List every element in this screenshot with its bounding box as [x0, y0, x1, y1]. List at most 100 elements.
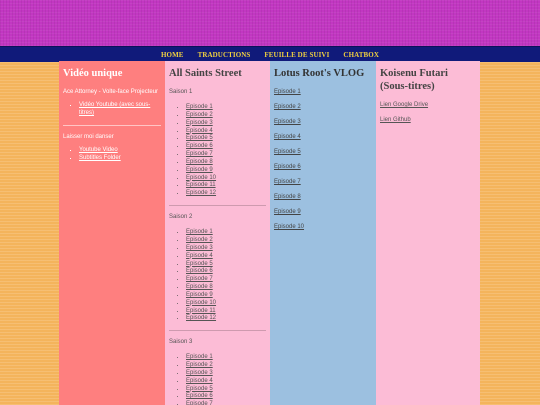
- episode-list: Episode 1 Episode 2 Episode 3 Episode 4 Epis…: [169, 354, 266, 405]
- divider: [63, 124, 161, 126]
- header-banner: [0, 0, 540, 46]
- episode-link[interactable]: Episode 3: [274, 118, 372, 126]
- video-link[interactable]: Youtube Video: [79, 147, 118, 153]
- external-link[interactable]: Lien Github: [380, 116, 476, 124]
- episode-link[interactable]: Episode 2: [274, 103, 372, 111]
- list-item: Episode 7: [186, 401, 266, 405]
- episode-link[interactable]: Episode 12: [186, 315, 216, 321]
- link-list: Vidéo Youtube (avec sous-titres): [63, 102, 161, 118]
- episode-link[interactable]: Episode 9: [274, 208, 372, 216]
- episode-link[interactable]: Episode 3: [186, 120, 213, 126]
- episode-link[interactable]: Episode 5: [186, 135, 213, 141]
- list-item: Episode 6: [186, 268, 266, 276]
- list-item: Episode 10: [186, 300, 266, 308]
- list-item: Vidéo Youtube (avec sous-titres): [79, 102, 161, 118]
- episode-link[interactable]: Episode 7: [186, 401, 213, 405]
- video-link[interactable]: Subtitles Folder: [79, 155, 121, 161]
- episode-link[interactable]: Episode 7: [186, 151, 213, 157]
- episode-link[interactable]: Episode 5: [186, 261, 213, 267]
- video-title-laisser-moi-danser: Laisser moi danser: [63, 133, 114, 140]
- nav-item-feuille-de-suivi[interactable]: FEUILLE DE SUIVI: [257, 51, 336, 59]
- episode-link[interactable]: Episode 6: [186, 393, 213, 399]
- list-item: Episode 4: [186, 128, 266, 136]
- divider: [169, 205, 266, 207]
- list-item: Episode 5: [186, 135, 266, 143]
- list-item: Episode 9: [186, 292, 266, 300]
- episode-link[interactable]: Episode 5: [274, 148, 372, 156]
- list-item: Subtitles Folder: [79, 155, 161, 163]
- main-nav: HOME TRADUCTIONS FEUILLE DE SUIVI CHATBOX: [0, 46, 540, 62]
- list-item: Episode 5: [186, 386, 266, 394]
- episode-link[interactable]: Episode 1: [186, 104, 213, 110]
- episode-link[interactable]: Episode 12: [186, 190, 216, 196]
- list-item: Episode 1: [186, 229, 266, 237]
- episode-link[interactable]: Episode 10: [186, 175, 216, 181]
- episode-link[interactable]: Episode 8: [186, 159, 213, 165]
- list-item: Episode 8: [186, 159, 266, 167]
- episode-link[interactable]: Episode 9: [186, 167, 213, 173]
- season-title: Saison 3: [169, 339, 193, 346]
- episode-link[interactable]: Episode 4: [186, 253, 213, 259]
- list-item: Episode 2: [186, 112, 266, 120]
- episode-link[interactable]: Episode 11: [186, 182, 216, 188]
- episode-link[interactable]: Episode 6: [274, 163, 372, 171]
- episode-link[interactable]: Episode 9: [186, 292, 213, 298]
- list-item: Episode 11: [186, 308, 266, 316]
- season-title: Saison 2: [169, 214, 193, 221]
- episode-link[interactable]: Episode 2: [186, 237, 213, 243]
- episode-link[interactable]: Episode 8: [186, 284, 213, 290]
- video-link[interactable]: Vidéo Youtube (avec sous-titres): [79, 102, 150, 116]
- list-item: Episode 12: [186, 190, 266, 198]
- episode-link[interactable]: Episode 2: [186, 362, 213, 368]
- episode-link[interactable]: Episode 8: [274, 193, 372, 201]
- episode-link[interactable]: Episode 1: [274, 88, 372, 96]
- list-item: Episode 3: [186, 245, 266, 253]
- episode-link[interactable]: Episode 2: [186, 112, 213, 118]
- episode-link[interactable]: Episode 3: [186, 370, 213, 376]
- episode-link[interactable]: Episode 4: [274, 133, 372, 141]
- column-single-video: Vidéo unique Ace Attorney - Volte-face P…: [59, 61, 165, 405]
- episode-link[interactable]: Episode 11: [186, 308, 216, 314]
- episode-link[interactable]: Episode 6: [186, 143, 213, 149]
- link-list: Youtube Video Subtitles Folder: [63, 147, 161, 163]
- column-lotus-root-vlog: Lotus Root's VLOG Episode 1 Episode 2 Epis…: [270, 61, 376, 405]
- list-item: Episode 2: [186, 237, 266, 245]
- episode-link[interactable]: Episode 3: [186, 245, 213, 251]
- episode-link[interactable]: Episode 4: [186, 378, 213, 384]
- list-item: Episode 2: [186, 362, 266, 370]
- episode-link[interactable]: Episode 1: [186, 354, 213, 360]
- column-title: Koisenu Futari (Sous-titres): [380, 68, 448, 92]
- episode-link[interactable]: Episode 4: [186, 128, 213, 134]
- column-koisenu-futari: Koisenu Futari (Sous-titres) Lien Google…: [376, 61, 480, 405]
- episode-link[interactable]: Episode 5: [186, 386, 213, 392]
- list-item: Episode 7: [186, 276, 266, 284]
- list-item: Episode 3: [186, 120, 266, 128]
- episode-list: Episode 1Episode 2Episode 3Episode 4Epis…: [169, 104, 266, 198]
- content-columns: Vidéo unique Ace Attorney - Volte-face P…: [59, 61, 480, 405]
- episode-link[interactable]: Episode 10: [186, 300, 216, 306]
- list-item: Episode 1: [186, 354, 266, 362]
- episode-link[interactable]: Episode 1: [186, 229, 213, 235]
- nav-item-chatbox[interactable]: CHATBOX: [336, 51, 386, 59]
- list-item: Episode 8: [186, 284, 266, 292]
- list-item: Episode 7: [186, 151, 266, 159]
- list-item: Episode 9: [186, 167, 266, 175]
- list-item: Episode 6: [186, 143, 266, 151]
- nav-item-home[interactable]: HOME: [154, 51, 191, 59]
- list-item: Episode 5: [186, 261, 266, 269]
- season-title: Saison 1: [169, 89, 193, 95]
- episode-link[interactable]: Episode 7: [186, 276, 213, 282]
- video-title-ace-attorney: Ace Attorney - Volte-face Projecteur: [63, 89, 159, 95]
- list-item: Episode 6: [186, 393, 266, 401]
- episode-link[interactable]: Episode 7: [274, 178, 372, 186]
- episode-link[interactable]: Episode 6: [186, 268, 213, 274]
- column-title: Vidéo unique: [63, 68, 123, 79]
- nav-item-traductions[interactable]: TRADUCTIONS: [191, 51, 258, 59]
- external-link[interactable]: Lien Google Drive: [380, 101, 476, 109]
- episode-list: Episode 1 Episode 2 Episode 3 Episode 4 Epis…: [169, 229, 266, 323]
- list-item: Episode 12: [186, 315, 266, 323]
- column-title: All Saints Street: [169, 68, 242, 79]
- list-item: Episode 3: [186, 370, 266, 378]
- episode-link[interactable]: Episode 10: [274, 223, 372, 231]
- list-item: Episode 10: [186, 175, 266, 183]
